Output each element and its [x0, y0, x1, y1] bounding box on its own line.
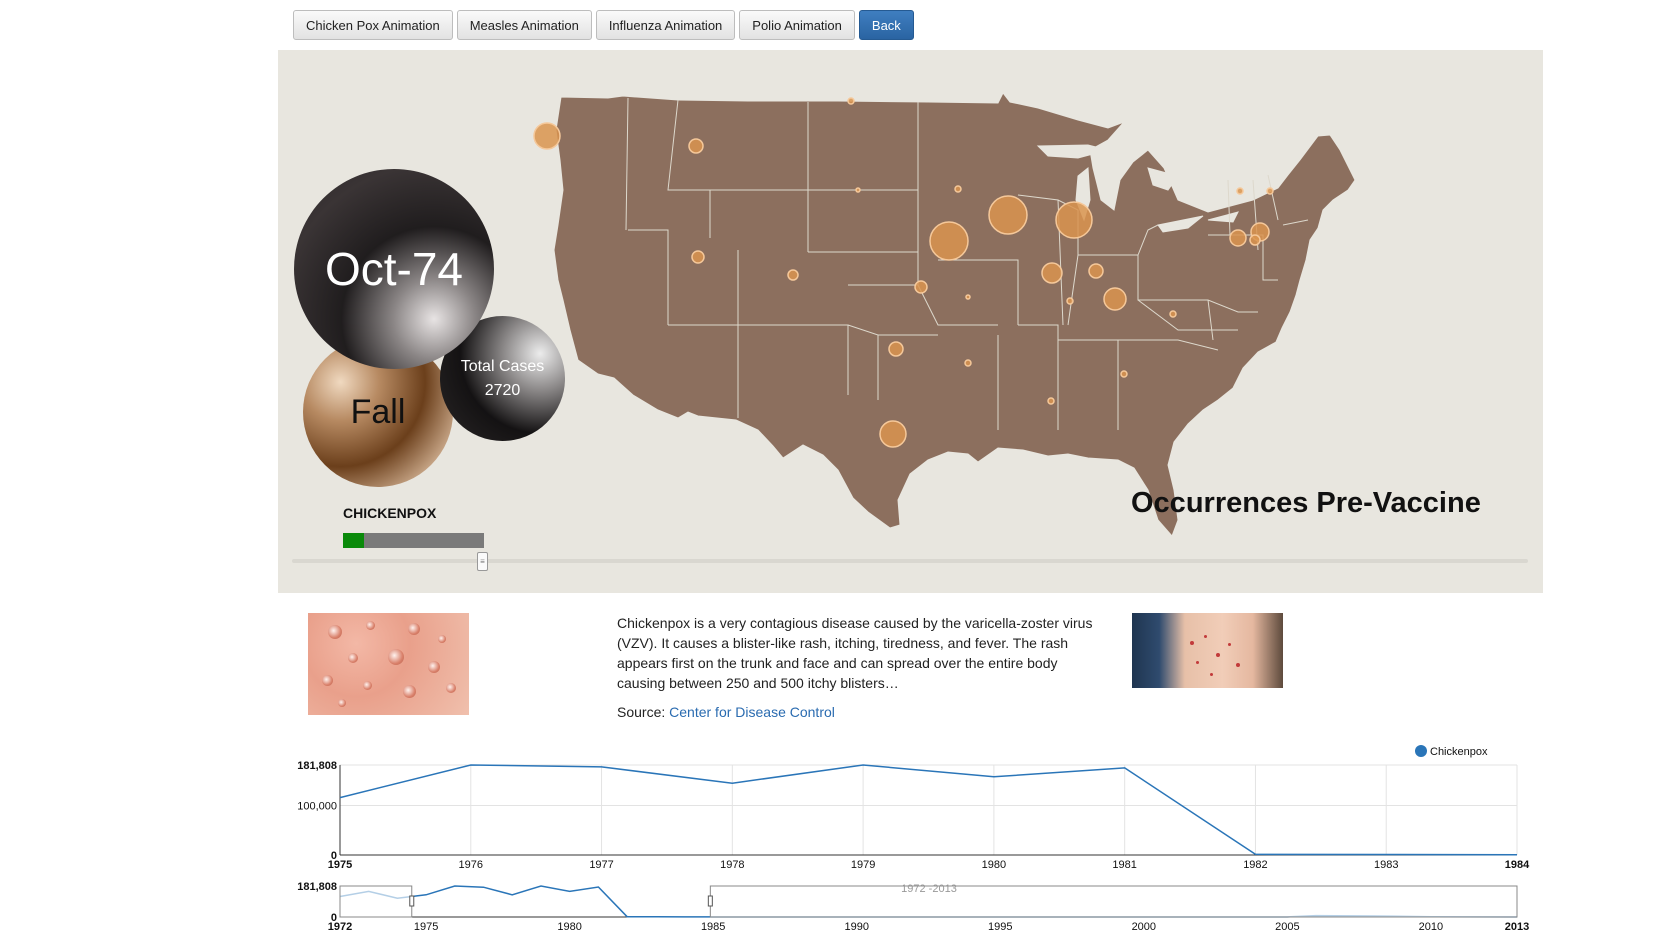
brush-mask-left: [339, 885, 413, 918]
x-tick-label: 1976: [459, 859, 483, 871]
x-tick-label: 1990: [844, 921, 868, 933]
y-tick-label: 181,808: [297, 760, 337, 772]
x-tick-label: 1978: [720, 859, 744, 871]
brush-handle-right[interactable]: [707, 895, 713, 907]
date-bubble: Oct-74: [294, 169, 494, 369]
x-tick-label: 1983: [1374, 859, 1398, 871]
x-tick-label: 1975: [328, 859, 352, 871]
x-tick-label: 1980: [557, 921, 581, 933]
cases-charts: 181,808100,0000 1975 1976 1977 1978 1979 1980…: [297, 745, 1530, 933]
total-cases-value: 2720: [484, 381, 521, 399]
season-text: Fall: [350, 392, 406, 431]
x-tick-label: 2000: [1132, 921, 1156, 933]
x-tick-label: 1980: [982, 859, 1006, 871]
x-tick-label: 2005: [1275, 921, 1299, 933]
x-tick-label: 2013: [1505, 921, 1529, 933]
x-tick-label: 1982: [1243, 859, 1267, 871]
x-tick-label: 2010: [1419, 921, 1443, 933]
total-cases-label: Total Cases: [460, 357, 545, 375]
date-text: Oct-74: [324, 243, 464, 295]
brush-handle-left[interactable]: [409, 895, 415, 907]
brush-mask-right: [709, 885, 1518, 918]
x-tick-label: 1975: [414, 921, 438, 933]
x-tick-label: 1977: [589, 859, 613, 871]
x-tick-label: 1981: [1112, 859, 1136, 871]
x-tick-label: 1985: [701, 921, 725, 933]
legend-marker[interactable]: [1415, 745, 1427, 757]
y-tick-label: 100,000: [297, 800, 337, 812]
chickenpox-series-line: [339, 764, 1518, 856]
brush-range-label: 1972 -2013: [901, 883, 957, 895]
x-tick-label: 1995: [988, 921, 1012, 933]
x-tick-label: 1972: [328, 921, 352, 933]
main-line-chart: 181,808100,0000 1975 1976 1977 1978 1979 1980…: [297, 745, 1530, 871]
overview-chart: 181,8080 1972 1975 1980 1985 1990 1995 2000 200…: [297, 881, 1529, 933]
y-tick-label: 181,808: [297, 881, 337, 893]
legend-label[interactable]: Chickenpox: [1430, 746, 1488, 758]
x-tick-label: 1984: [1505, 859, 1530, 871]
x-tick-label: 1979: [851, 859, 875, 871]
